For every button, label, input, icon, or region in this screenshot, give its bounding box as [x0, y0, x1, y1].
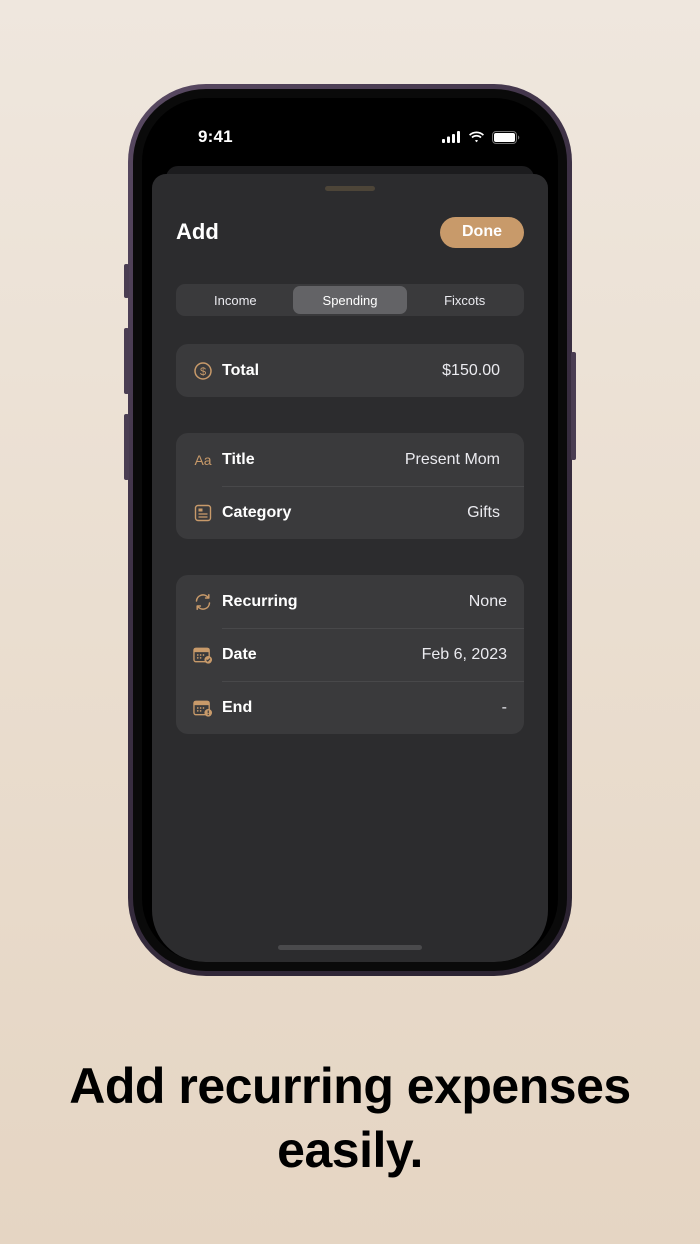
home-indicator: [278, 945, 422, 950]
recurring-value: None: [468, 592, 507, 610]
date-row[interactable]: Date Feb 6, 2023: [176, 628, 524, 681]
schedule-group: Recurring None Date Feb 6, 2023 End -: [176, 575, 524, 734]
sheet-header: Add Done: [176, 216, 524, 248]
title-row[interactable]: Aa Title Present Mom: [176, 433, 524, 486]
date-label: Date: [222, 645, 257, 663]
svg-text:$: $: [200, 366, 206, 378]
done-button[interactable]: Done: [440, 216, 524, 248]
volume-up-button: [124, 328, 129, 394]
total-label: Total: [222, 361, 260, 379]
add-sheet: Add Done Income Spending Fixcots $ Total…: [152, 174, 548, 962]
power-button: [571, 352, 576, 460]
text-format-icon: Aa: [194, 451, 212, 468]
battery-icon: [492, 130, 520, 144]
title-value: Present Mom: [404, 450, 500, 468]
title-label: Title: [222, 450, 255, 468]
type-segmented-control: Income Spending Fixcots: [176, 284, 524, 316]
calendar-alert-icon: [193, 698, 213, 718]
sheet-title: Add: [176, 219, 219, 244]
phone-frame: 9:41 Add Done Income Spending Fixcots $ …: [124, 84, 576, 976]
recurring-arrows-icon: [193, 592, 213, 612]
segment-fixcots[interactable]: Fixcots: [407, 286, 522, 314]
volume-down-button: [124, 414, 129, 480]
segment-spending[interactable]: Spending: [292, 286, 408, 314]
status-icons: [442, 130, 520, 144]
cellular-signal-icon: [442, 131, 460, 143]
details-group: Aa Title Present Mom Category Gifts: [176, 433, 524, 539]
category-value: Gifts: [467, 503, 500, 521]
date-value: Feb 6, 2023: [421, 645, 507, 663]
sheet-grabber[interactable]: [325, 186, 375, 191]
category-row[interactable]: Category Gifts: [176, 486, 524, 539]
total-value: $150.00: [442, 361, 500, 379]
segment-income[interactable]: Income: [178, 286, 293, 314]
marketing-tagline: Add recurring expenses easily.: [0, 1054, 700, 1182]
recurring-row[interactable]: Recurring None: [176, 575, 524, 628]
end-value: -: [501, 698, 507, 716]
dollar-circle-icon: $: [193, 361, 213, 381]
category-label: Category: [222, 503, 292, 521]
status-bar: 9:41: [142, 98, 558, 158]
end-label: End: [222, 698, 253, 716]
phone-screen: 9:41 Add Done Income Spending Fixcots $ …: [142, 98, 558, 962]
calendar-check-icon: [193, 645, 213, 665]
phone-bezel: 9:41 Add Done Income Spending Fixcots $ …: [133, 89, 567, 971]
silent-switch: [124, 264, 129, 298]
category-card-icon: [193, 503, 213, 523]
status-time: 9:41: [198, 127, 233, 146]
tagline-line-2: easily.: [277, 1122, 423, 1178]
recurring-label: Recurring: [222, 592, 298, 610]
end-row[interactable]: End -: [176, 681, 524, 734]
total-row[interactable]: $ Total $150.00: [176, 344, 524, 397]
amount-group: $ Total $150.00: [176, 344, 524, 397]
tagline-line-1: Add recurring expenses: [69, 1058, 631, 1114]
wifi-icon: [469, 131, 484, 143]
